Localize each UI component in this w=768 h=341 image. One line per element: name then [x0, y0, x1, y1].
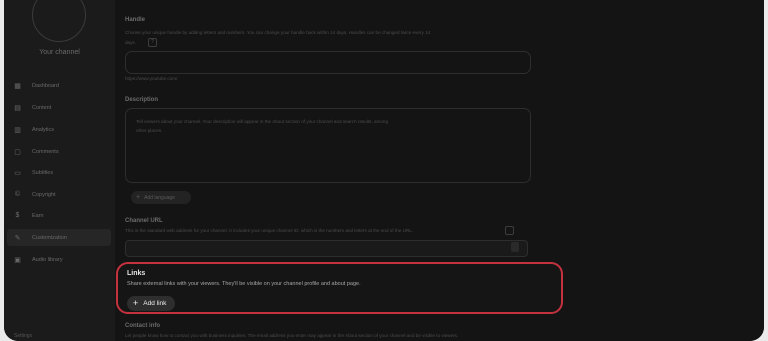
description-label: Description — [125, 97, 159, 103]
sidebar-item-label: Copyright — [32, 191, 56, 198]
sidebar-item-audio-library[interactable]: ▣ Audio library — [7, 251, 111, 268]
sidebar-item-label: Dashboard — [32, 82, 59, 89]
handle-help: Choose your unique handle by adding lett… — [125, 30, 431, 35]
settings-item[interactable]: Settings — [14, 333, 32, 339]
copyright-icon: © — [14, 191, 21, 198]
analytics-icon: ▥ — [14, 126, 21, 134]
handle-label: Handle — [125, 17, 146, 23]
sidebar-item-analytics[interactable]: ▥ Analytics — [7, 121, 111, 138]
channel-url-label: Channel URL — [125, 218, 163, 224]
handle-help-2: days. — [125, 40, 136, 45]
sidebar-item-label: Comments — [32, 148, 59, 155]
sidebar-item-dashboard[interactable]: ▦ Dashboard — [7, 77, 111, 94]
subtitles-icon: ▭ — [14, 169, 21, 177]
info-icon[interactable] — [505, 226, 514, 235]
handle-input[interactable] — [125, 51, 531, 74]
plus-icon: + — [136, 194, 141, 201]
contact-info-label: Contact info — [125, 323, 160, 329]
content-icon: ▤ — [14, 104, 21, 112]
description-textarea[interactable]: Tell viewers about your channel. Your de… — [125, 108, 531, 183]
description-placeholder-2: other places. — [136, 128, 163, 133]
description-placeholder: Tell viewers about your channel. Your de… — [136, 119, 389, 124]
sidebar-item-comments[interactable]: ▢ Comments — [7, 143, 111, 160]
sidebar-item-label: Audio library — [32, 256, 63, 263]
plus-icon: + — [133, 298, 139, 308]
sidebar-item-label: Content — [32, 104, 52, 111]
handle-url: https://www.youtube.com/ — [125, 76, 178, 81]
channel-name: Your channel — [39, 49, 80, 56]
add-language-label: Add language — [144, 194, 175, 201]
earn-icon: $ — [15, 212, 20, 219]
channel-url-help: This is the standard web address for you… — [125, 228, 414, 233]
sidebar-item-copyright[interactable]: © Copyright — [7, 186, 111, 203]
add-link-label: Add link — [143, 300, 167, 307]
links-section: Links Share external links with your vie… — [116, 262, 563, 314]
copy-icon[interactable] — [511, 242, 519, 252]
customization-icon: ✎ — [14, 234, 21, 242]
add-language-button[interactable]: + Add language — [131, 191, 191, 204]
info-icon[interactable]: ? — [148, 38, 157, 47]
links-description: Share external links with your viewers. … — [127, 281, 361, 287]
contact-info-help: Let people know how to contact you with … — [125, 333, 459, 338]
links-title: Links — [127, 270, 146, 277]
sidebar-item-label: Analytics — [32, 126, 55, 133]
sidebar-item-subtitles[interactable]: ▭ Subtitles — [7, 164, 111, 181]
channel-avatar[interactable] — [32, 0, 86, 42]
channel-url-field — [125, 240, 528, 257]
dashboard-icon: ▦ — [14, 82, 21, 90]
sidebar-item-content[interactable]: ▤ Content — [7, 99, 111, 116]
sidebar-item-earn[interactable]: $ Earn — [7, 207, 111, 224]
sidebar-item-label: Customization — [32, 234, 67, 241]
sidebar-item-label: Subtitles — [32, 169, 54, 176]
comments-icon: ▢ — [14, 148, 21, 156]
audio-library-icon: ▣ — [14, 256, 21, 264]
sidebar-item-label: Earn — [32, 212, 44, 219]
sidebar-item-customization[interactable]: ✎ Customization — [7, 229, 111, 246]
sidebar: Your channel ▦ Dashboard ▤ Content ▥ Analytic… — [4, 0, 115, 341]
add-link-button[interactable]: + Add link — [127, 296, 175, 311]
